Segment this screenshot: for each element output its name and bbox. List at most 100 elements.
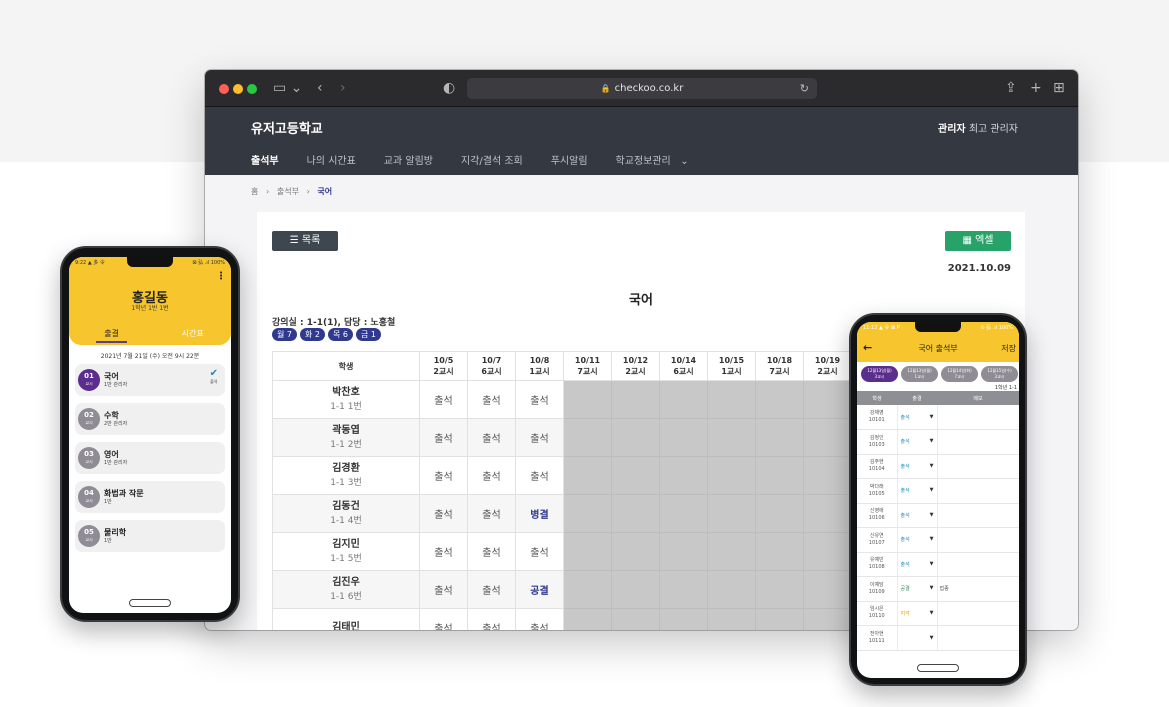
shield-icon[interactable]: ◐ [443,78,455,98]
student-cell[interactable]: 김지민 1-1 5번 [272,532,420,571]
class-list-item[interactable]: 03 교시 영어 1반 관리자 [75,442,225,474]
date-column-header[interactable]: 10/11 7교시 [563,351,612,381]
excel-button[interactable]: ▦ 엑셀 [945,231,1011,251]
status-dropdown[interactable]: 출석 ▼ [897,552,938,577]
roll-student-name: 유예빈 [869,557,884,564]
new-tab-icon[interactable]: + [1030,78,1042,98]
forward-icon[interactable]: › [340,78,346,98]
close-window-button[interactable] [219,84,229,94]
breadcrumb-home[interactable]: 홈 [251,187,258,196]
student-cell[interactable]: 박찬호 1-1 1번 [272,380,420,419]
student-cell[interactable]: 김경환 1-1 3번 [272,456,420,495]
date-chip[interactable]: 12월15일(수) 3교시 [981,366,1018,382]
back-icon[interactable]: ‹ [317,78,323,98]
home-button[interactable] [129,599,171,607]
attendance-cell[interactable]: 출석 [467,380,516,419]
status-dropdown[interactable]: ▼ [897,625,938,651]
status-icons: ⊠ 弘 .ıl 100% [192,260,225,266]
memo-field[interactable] [937,527,1019,553]
attendance-cell[interactable]: 출석 [467,608,516,630]
tab-timetable[interactable]: 시간표 [182,328,204,343]
breadcrumb-attendance[interactable]: 출석부 [277,187,299,196]
period-badge: 05 교시 [78,525,100,547]
attendance-cell[interactable]: 병결 [515,494,564,533]
status-dropdown[interactable]: 공결 ▼ [897,576,938,602]
nav-subject-notice[interactable]: 교과 알림방 [384,152,433,167]
attendance-cell[interactable]: 출석 [515,456,564,495]
class-list-item[interactable]: 04 교시 화법과 작문 1반 [75,481,225,513]
attendance-cell[interactable]: 출석 [419,494,468,533]
date-column-header[interactable]: 10/12 2교시 [611,351,660,381]
attendance-cell[interactable]: 출석 [467,456,516,495]
memo-field[interactable] [937,478,1019,504]
memo-field[interactable] [937,625,1019,651]
memo-field[interactable]: 접종 [937,576,1019,602]
memo-field[interactable] [937,405,1019,430]
attendance-cell[interactable]: 출석 [467,532,516,571]
tab-attendance[interactable]: 출결 [96,328,128,343]
attendance-cell[interactable]: 출석 [419,532,468,571]
date-column-header[interactable]: 10/14 6교시 [659,351,708,381]
student-cell[interactable]: 김태민 [272,608,420,630]
class-list-item[interactable]: 05 교시 물리학 1반 [75,520,225,552]
student-cell[interactable]: 김동건 1-1 4번 [272,494,420,533]
attendance-cell[interactable]: 출석 [515,532,564,571]
memo-field[interactable] [937,552,1019,577]
date-chip[interactable]: 12월13일(월) 3교시 [861,366,898,382]
save-button[interactable]: 저장 [1001,343,1016,354]
list-button[interactable]: ☰ 목록 [272,231,338,251]
memo-field[interactable] [937,429,1019,455]
nav-my-timetable[interactable]: 나의 시간표 [307,152,356,167]
attendance-cell[interactable]: 공결 [515,570,564,609]
class-list-item[interactable]: 02 교시 수학 2반 관리자 [75,403,225,435]
attendance-cell[interactable]: 출석 [467,418,516,457]
more-options-icon[interactable]: ⋮ [216,271,226,282]
period-unit: 교시 [85,537,93,542]
date-column-header[interactable]: 10/7 6교시 [467,351,516,381]
status-dropdown[interactable]: 출석 ▼ [897,478,938,504]
nav-late-absence[interactable]: 지각/결석 조회 [461,152,523,167]
attendance-cell[interactable]: 출석 [419,418,468,457]
address-bar[interactable]: 🔒 checkoo.co.kr ↻ [467,78,817,99]
nav-attendance[interactable]: 출석부 [251,152,279,167]
date-column-header[interactable]: 10/5 2교시 [419,351,468,381]
date-column-header[interactable]: 10/19 2교시 [803,351,852,381]
school-name[interactable]: 유저고등학교 [251,118,323,137]
status-dropdown[interactable]: 출석 ▼ [897,405,938,430]
attendance-cell[interactable]: 출석 [515,418,564,457]
date-column-header[interactable]: 10/8 1교시 [515,351,564,381]
date-column-header[interactable]: 10/15 1교시 [707,351,756,381]
status-dropdown[interactable]: 출석 ▼ [897,503,938,528]
status-dropdown[interactable]: 출석 ▼ [897,527,938,553]
attendance-cell[interactable]: 출석 [515,380,564,419]
status-dropdown[interactable]: 지각 ▼ [897,601,938,626]
tab-overview-icon[interactable]: ⊞ [1053,78,1065,98]
date-chip[interactable]: 12월13일(월) 1교시 [901,366,938,382]
nav-push[interactable]: 푸시알림 [551,152,588,167]
status-dropdown[interactable]: 출석 ▼ [897,429,938,455]
attendance-cell[interactable]: 출석 [467,494,516,533]
maximize-window-button[interactable] [247,84,257,94]
attendance-cell[interactable]: 출석 [515,608,564,630]
share-icon[interactable]: ⇪ [1005,78,1017,98]
attendance-cell[interactable]: 출석 [419,608,468,630]
minimize-window-button[interactable] [233,84,243,94]
nav-school-info[interactable]: 학교정보관리 ⌄ [616,152,689,167]
attendance-cell[interactable]: 출석 [419,380,468,419]
student-cell[interactable]: 곽동엽 1-1 2번 [272,418,420,457]
class-list-item[interactable]: 01 교시 국어 1반 관리자 ✔ 출석 [75,364,225,396]
admin-info[interactable]: 관리자 최고 관리자 [938,120,1018,135]
reload-icon[interactable]: ↻ [800,78,809,99]
sidebar-icon[interactable]: ▭ ⌄ [273,78,302,98]
attendance-cell[interactable]: 출석 [419,570,468,609]
home-button[interactable] [917,664,959,672]
attendance-cell[interactable]: 출석 [419,456,468,495]
status-dropdown[interactable]: 출석 ▼ [897,454,938,479]
memo-field[interactable] [937,503,1019,528]
date-column-header[interactable]: 10/18 7교시 [755,351,804,381]
attendance-cell[interactable]: 출석 [467,570,516,609]
date-chip[interactable]: 12월14일(화) 7교시 [941,366,978,382]
memo-field[interactable] [937,454,1019,479]
student-cell[interactable]: 김진우 1-1 6번 [272,570,420,609]
memo-field[interactable] [937,601,1019,626]
